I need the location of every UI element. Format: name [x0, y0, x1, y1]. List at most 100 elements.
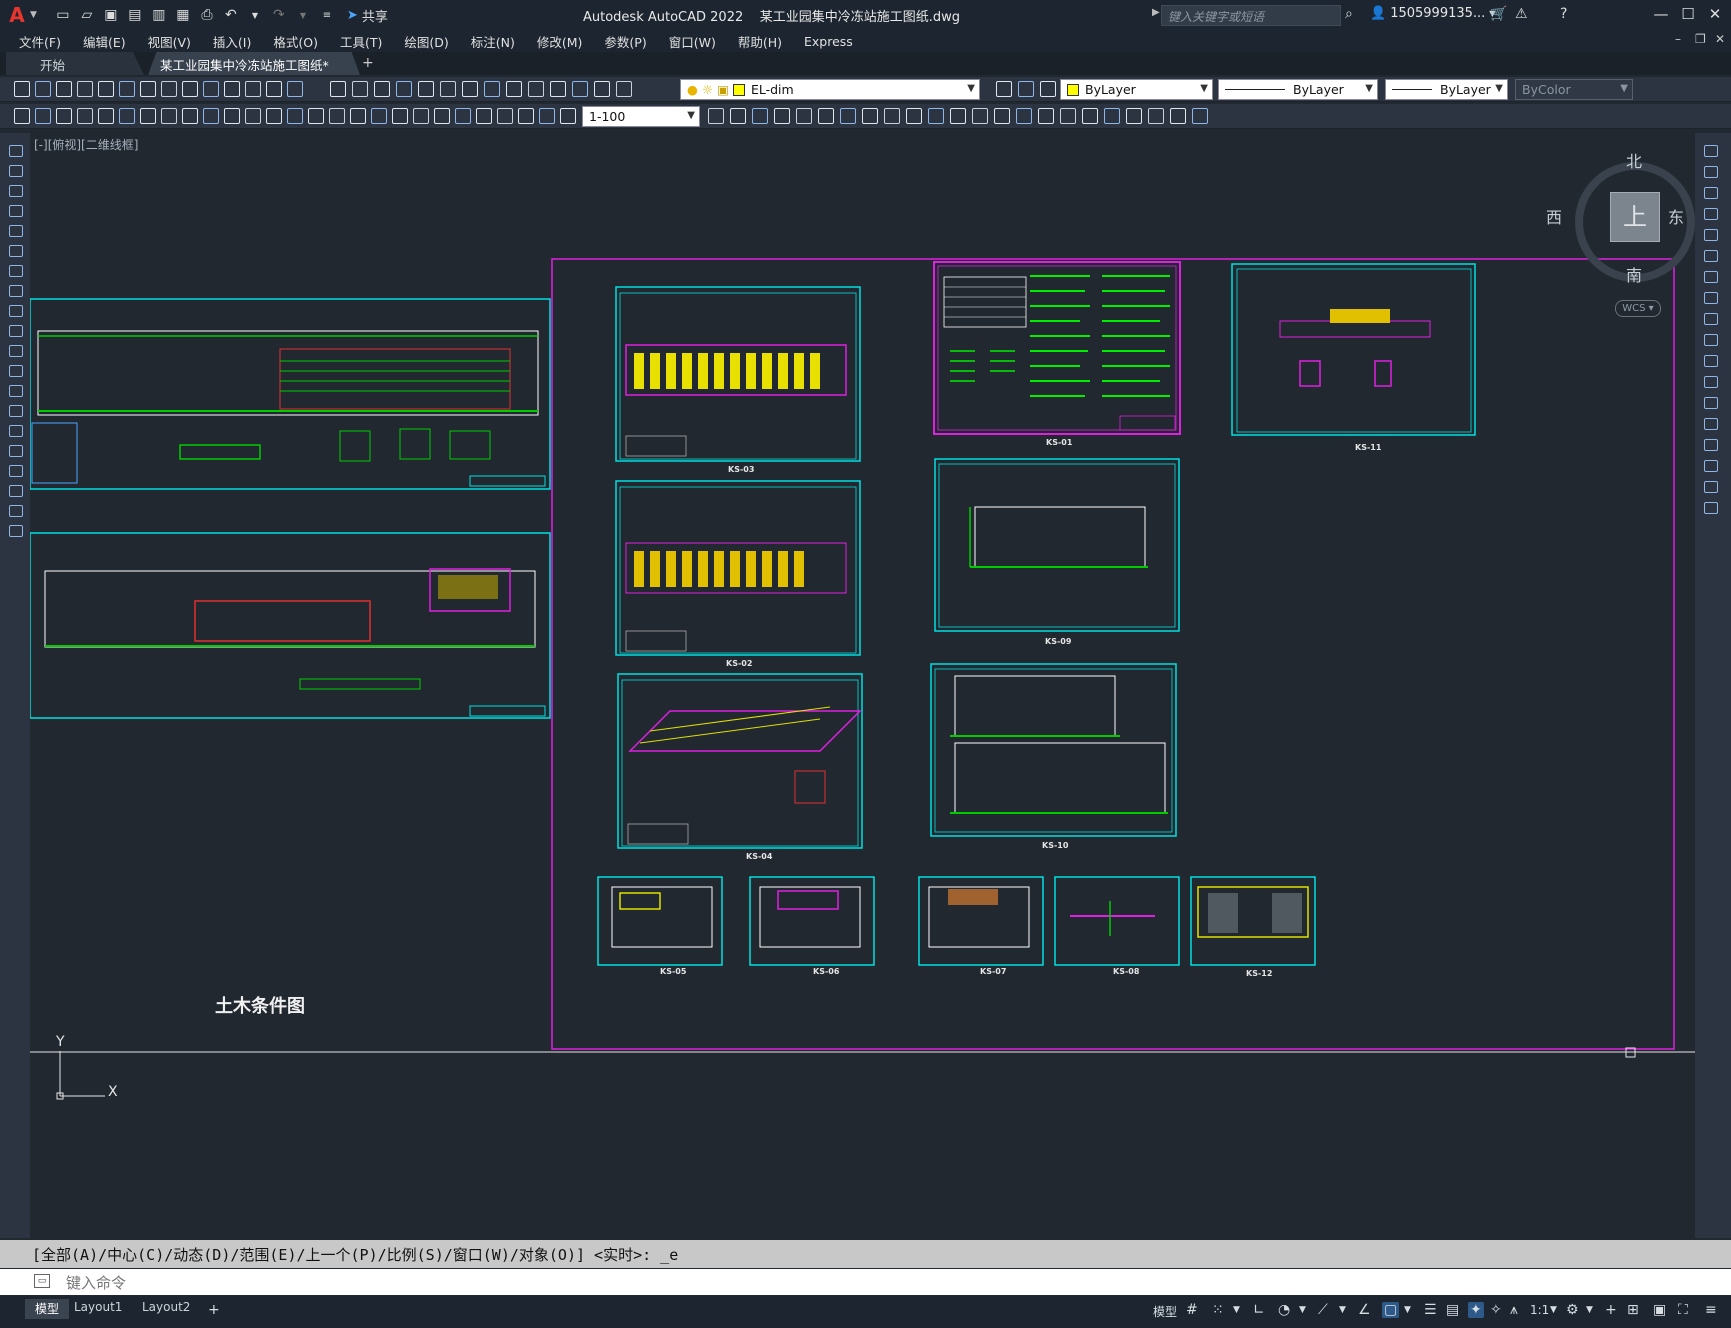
standard-tool-icon[interactable] — [245, 81, 261, 97]
dimension-tool-icon[interactable] — [818, 108, 834, 124]
viewcube-north[interactable]: 北 — [1626, 148, 1642, 172]
menu-dimension[interactable]: 标注(N) — [460, 32, 526, 51]
snap-icon[interactable]: ⁙ — [1212, 1302, 1224, 1318]
redo-dropdown-icon[interactable]: ▼ — [294, 6, 312, 24]
customization-icon[interactable]: ≡ — [1705, 1302, 1717, 1318]
standard-tool-icon[interactable] — [550, 81, 566, 97]
menu-edit[interactable]: 编辑(E) — [72, 32, 137, 51]
sheet-KS-10[interactable] — [930, 663, 1177, 837]
sheet-floor-plan-2[interactable] — [30, 532, 551, 719]
dimension-tool-icon[interactable] — [224, 108, 240, 124]
standard-tool-icon[interactable] — [996, 81, 1012, 97]
sheet-KS-07[interactable] — [918, 876, 1044, 966]
isodraft-icon[interactable]: ⟋ — [1318, 1302, 1328, 1318]
dimension-tool-icon[interactable] — [1170, 108, 1186, 124]
dimension-tool-icon[interactable] — [140, 108, 156, 124]
dimension-tool-icon[interactable] — [392, 108, 408, 124]
scale-dropdown-icon[interactable]: ▼ — [1550, 1305, 1557, 1315]
dimscale-dropdown[interactable]: 1-100 ▼ — [582, 106, 700, 127]
tab-layout2[interactable]: Layout2 — [132, 1299, 200, 1319]
standard-tool-icon[interactable] — [98, 81, 114, 97]
tab-model[interactable]: 模型 — [25, 1299, 70, 1319]
modify-tool-icon[interactable] — [1704, 397, 1718, 409]
dimension-tool-icon[interactable] — [413, 108, 429, 124]
draw-tool-icon[interactable] — [9, 445, 23, 457]
dimension-tool-icon[interactable] — [862, 108, 878, 124]
standard-tool-icon[interactable] — [77, 81, 93, 97]
menu-modify[interactable]: 修改(M) — [526, 32, 594, 51]
modify-tool-icon[interactable] — [1704, 502, 1718, 514]
sheet-KS-03[interactable] — [615, 286, 861, 462]
linetype-dropdown[interactable]: ByLayer ▼ — [1218, 79, 1378, 100]
standard-tool-icon[interactable] — [203, 81, 219, 97]
workspace-gear-icon[interactable]: ⚙ — [1566, 1302, 1579, 1318]
draw-tool-icon[interactable] — [9, 185, 23, 197]
search-input[interactable]: 键入关键字或短语 — [1161, 5, 1341, 26]
app-menu-caret-icon[interactable]: ▼ — [30, 10, 37, 20]
quick-properties-icon[interactable]: ▣ — [1653, 1302, 1666, 1318]
draw-tool-icon[interactable] — [9, 405, 23, 417]
modify-tool-icon[interactable] — [1704, 376, 1718, 388]
dimension-tool-icon[interactable] — [1038, 108, 1054, 124]
layer-dropdown[interactable]: ● ☼ ▣ EL-dim ▼ — [680, 79, 980, 100]
sheet-KS-08[interactable] — [1054, 876, 1180, 966]
annotation-visibility-icon[interactable]: ✦ — [1468, 1302, 1484, 1318]
standard-tool-icon[interactable] — [224, 81, 240, 97]
dimension-tool-icon[interactable] — [1060, 108, 1076, 124]
dimension-tool-icon[interactable] — [950, 108, 966, 124]
sheet-KS-09[interactable] — [934, 458, 1180, 632]
dimension-tool-icon[interactable] — [539, 108, 555, 124]
dimension-tool-icon[interactable] — [56, 108, 72, 124]
dimension-tool-icon[interactable] — [774, 108, 790, 124]
sheet-KS-06[interactable] — [749, 876, 875, 966]
dimension-tool-icon[interactable] — [1104, 108, 1120, 124]
draw-tool-icon[interactable] — [9, 385, 23, 397]
standard-tool-icon[interactable] — [418, 81, 434, 97]
undo-dropdown-icon[interactable]: ▼ — [246, 6, 264, 24]
standard-tool-icon[interactable] — [440, 81, 456, 97]
standard-tool-icon[interactable] — [506, 81, 522, 97]
dimension-tool-icon[interactable] — [371, 108, 387, 124]
doc-close-button[interactable]: ✕ — [1715, 32, 1725, 46]
draw-tool-icon[interactable] — [9, 165, 23, 177]
viewcube[interactable]: 上 北 南 西 东 WCS ▾ — [1546, 148, 1700, 325]
search-expand-icon[interactable]: ▶ — [1152, 7, 1160, 18]
autodesk-app-icon[interactable]: ⚠ — [1515, 6, 1528, 22]
auto-scale-icon[interactable]: ✧ — [1490, 1302, 1502, 1318]
modify-tool-icon[interactable] — [1704, 292, 1718, 304]
undo-icon[interactable]: ↶ — [222, 6, 240, 24]
dimension-tool-icon[interactable] — [308, 108, 324, 124]
dimension-tool-icon[interactable] — [1126, 108, 1142, 124]
draw-tool-icon[interactable] — [9, 465, 23, 477]
dimension-tool-icon[interactable] — [796, 108, 812, 124]
modify-tool-icon[interactable] — [1704, 187, 1718, 199]
wcs-dropdown[interactable]: WCS ▾ — [1615, 300, 1661, 317]
dimension-tool-icon[interactable] — [994, 108, 1010, 124]
osnap-dropdown-icon[interactable]: ▼ — [1404, 1305, 1411, 1315]
modify-tool-icon[interactable] — [1704, 145, 1718, 157]
dimension-tool-icon[interactable] — [752, 108, 768, 124]
tab-active-drawing[interactable]: 某工业园集中冷冻站施工图纸* ✕ — [148, 52, 360, 75]
model-space-button[interactable]: 模型 — [1153, 1303, 1177, 1320]
menu-view[interactable]: 视图(V) — [137, 32, 202, 51]
menu-tools[interactable]: 工具(T) — [329, 32, 393, 51]
sheet-KS-11[interactable] — [1231, 263, 1476, 436]
new-tab-icon[interactable]: + — [362, 55, 374, 71]
menu-window[interactable]: 窗口(W) — [658, 32, 727, 51]
dimension-tool-icon[interactable] — [1016, 108, 1032, 124]
dimension-tool-icon[interactable] — [884, 108, 900, 124]
modify-tool-icon[interactable] — [1704, 313, 1718, 325]
dimension-tool-icon[interactable] — [203, 108, 219, 124]
draw-tool-icon[interactable] — [9, 425, 23, 437]
draw-tool-icon[interactable] — [9, 265, 23, 277]
sheet-KS-02[interactable] — [615, 480, 861, 656]
viewport-controls-label[interactable]: [-][俯视][二维线框] — [34, 136, 138, 153]
redo-icon[interactable]: ↷ — [270, 6, 288, 24]
draw-tool-icon[interactable] — [9, 145, 23, 157]
menu-insert[interactable]: 插入(I) — [202, 32, 262, 51]
modify-tool-icon[interactable] — [1704, 418, 1718, 430]
dimension-tool-icon[interactable] — [455, 108, 471, 124]
grid-icon[interactable]: # — [1186, 1302, 1198, 1318]
modify-tool-icon[interactable] — [1704, 481, 1718, 493]
menu-file[interactable]: 文件(F) — [8, 32, 72, 51]
